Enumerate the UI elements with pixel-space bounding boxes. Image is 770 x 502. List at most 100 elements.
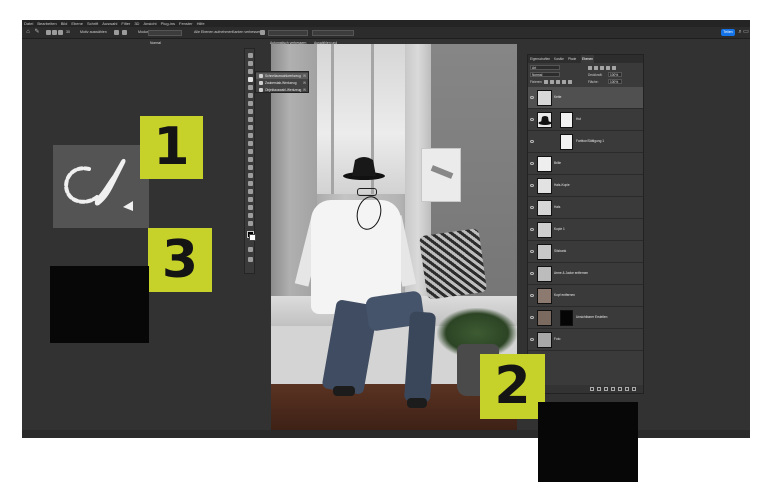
- menu-item-type[interactable]: Schrift: [87, 20, 98, 27]
- menu-item-view[interactable]: Ansicht: [143, 20, 156, 27]
- mode-select[interactable]: Normal: [148, 29, 182, 45]
- crop-icon[interactable]: [248, 85, 253, 90]
- menu-item-window[interactable]: Fenster: [179, 20, 193, 27]
- layer-row[interactable]: Brille: [528, 153, 643, 175]
- history-brush-icon[interactable]: [248, 133, 253, 138]
- tab-channels[interactable]: Kanäle: [554, 55, 564, 63]
- quick-selection-icon[interactable]: [248, 77, 253, 82]
- visibility-eye-icon[interactable]: [530, 250, 534, 253]
- gear-icon[interactable]: [260, 30, 265, 35]
- lock-image-icon[interactable]: [550, 79, 554, 84]
- layer-row[interactable]: Kopie 1: [528, 219, 643, 241]
- flyout-item-quick-selection[interactable]: Schnellauswahlwerkzeug W: [256, 73, 308, 79]
- visibility-eye-icon[interactable]: [530, 96, 534, 99]
- home-icon[interactable]: ⌂: [24, 28, 32, 37]
- menu-item-select[interactable]: Auswahl: [102, 20, 117, 27]
- filter-pixel-icon[interactable]: [588, 65, 592, 70]
- layer-mask-thumbnail[interactable]: [560, 310, 573, 326]
- hand-icon[interactable]: [248, 205, 253, 210]
- blur-icon[interactable]: [248, 157, 253, 162]
- healing-icon[interactable]: [248, 109, 253, 114]
- pen-icon[interactable]: [248, 173, 253, 178]
- blend-mode-select[interactable]: Normal: [530, 72, 560, 77]
- subtract-selection-icon[interactable]: [58, 30, 63, 35]
- layer-row[interactable]: Unsichtbarer Erstellen: [528, 307, 643, 329]
- eraser-icon[interactable]: [248, 141, 253, 146]
- quick-select-label[interactable]: Motiv auswählen: [80, 29, 107, 36]
- type-icon[interactable]: [248, 181, 253, 186]
- menu-item-file[interactable]: Datei: [24, 20, 33, 27]
- visibility-eye-icon[interactable]: [530, 316, 534, 319]
- path-select-icon[interactable]: [248, 189, 253, 194]
- layer-row[interactable]: Sitzbank: [528, 241, 643, 263]
- menu-item-layer[interactable]: Ebene: [71, 20, 83, 27]
- layer-row[interactable]: Hut: [528, 109, 643, 131]
- gradient-icon[interactable]: [248, 149, 253, 154]
- filter-type-icon[interactable]: [600, 65, 604, 70]
- visibility-eye-icon[interactable]: [530, 140, 534, 143]
- layer-filter-kind[interactable]: Art: [530, 65, 560, 70]
- link-layers-icon[interactable]: [590, 387, 594, 391]
- visibility-eye-icon[interactable]: [530, 338, 534, 341]
- add-selection-icon[interactable]: [52, 30, 57, 35]
- layer-mask-thumbnail[interactable]: [560, 134, 573, 150]
- fill-field[interactable]: 100%: [608, 79, 622, 84]
- layer-row[interactable]: Arme & Jacke entfernen: [528, 263, 643, 285]
- layer-row[interactable]: Farbton/Sättigung 1: [528, 131, 643, 153]
- new-group-icon[interactable]: [618, 387, 622, 391]
- auto-enhance-checkbox[interactable]: Kanten verbessern: [232, 29, 262, 36]
- visibility-eye-icon[interactable]: [530, 184, 534, 187]
- filter-shape-icon[interactable]: [606, 65, 610, 70]
- opacity-field[interactable]: 100%: [608, 72, 622, 77]
- angle-icon[interactable]: [114, 30, 119, 35]
- quick-selection-tool-icon[interactable]: ✎: [33, 28, 41, 37]
- flyout-item-object-selection[interactable]: Objektauswahl-Werkzeug W: [256, 87, 308, 93]
- visibility-eye-icon[interactable]: [530, 272, 534, 275]
- lock-position-icon[interactable]: [556, 79, 560, 84]
- visibility-eye-icon[interactable]: [530, 118, 534, 121]
- visibility-eye-icon[interactable]: [530, 228, 534, 231]
- frame-icon[interactable]: [248, 93, 253, 98]
- tab-layers[interactable]: Ebenen: [581, 55, 594, 63]
- share-button[interactable]: Teilen: [721, 29, 735, 36]
- lock-all-icon[interactable]: [568, 79, 572, 84]
- lock-artboard-icon[interactable]: [562, 79, 566, 84]
- shape-icon[interactable]: [248, 197, 253, 202]
- dodge-icon[interactable]: [248, 165, 253, 170]
- trash-icon[interactable]: [632, 387, 636, 391]
- lasso-icon[interactable]: [248, 69, 253, 74]
- more-tools-icon[interactable]: [248, 221, 253, 226]
- add-mask-icon[interactable]: [604, 387, 608, 391]
- brush-icon[interactable]: [248, 117, 253, 122]
- filter-adjustment-icon[interactable]: [594, 65, 598, 70]
- layer-mask-thumbnail[interactable]: [560, 112, 573, 128]
- menu-item-plugins[interactable]: Plug-ins: [161, 20, 175, 27]
- move-icon[interactable]: [248, 53, 253, 58]
- layer-style-icon[interactable]: [597, 387, 601, 391]
- lock-transparent-icon[interactable]: [544, 79, 548, 84]
- pressure-icon[interactable]: [122, 30, 127, 35]
- visibility-eye-icon[interactable]: [530, 162, 534, 165]
- screen-mode-icon[interactable]: [248, 257, 253, 262]
- layer-row[interactable]: Hals: [528, 197, 643, 219]
- menu-item-help[interactable]: Hilfe: [197, 20, 205, 27]
- visibility-eye-icon[interactable]: [530, 294, 534, 297]
- new-layer-icon[interactable]: [625, 387, 629, 391]
- select-all-layers-checkbox[interactable]: Alle Ebenen aufnehmen: [194, 29, 232, 36]
- filter-smart-object-icon[interactable]: [612, 65, 616, 70]
- quick-mask-icon[interactable]: [248, 247, 253, 252]
- menu-item-edit[interactable]: Bearbeiten: [37, 20, 56, 27]
- stamp-icon[interactable]: [248, 125, 253, 130]
- layer-row[interactable]: Kopf entfernen: [528, 285, 643, 307]
- new-selection-icon[interactable]: [46, 30, 51, 35]
- flyout-item-magic-wand[interactable]: Zauberstab-Werkzeug W: [256, 80, 308, 86]
- menu-item-3d[interactable]: 3D: [134, 20, 139, 27]
- select-subject-button[interactable]: Automatisch verbessern: [268, 29, 308, 45]
- layer-row[interactable]: Kette: [528, 87, 643, 109]
- visibility-eye-icon[interactable]: [530, 206, 534, 209]
- adjustment-layer-icon[interactable]: [611, 387, 615, 391]
- marquee-icon[interactable]: [248, 61, 253, 66]
- workspace-icon[interactable]: ▭: [742, 28, 750, 37]
- layer-row[interactable]: Foto: [528, 329, 643, 351]
- tab-properties[interactable]: Eigenschaften: [530, 55, 550, 63]
